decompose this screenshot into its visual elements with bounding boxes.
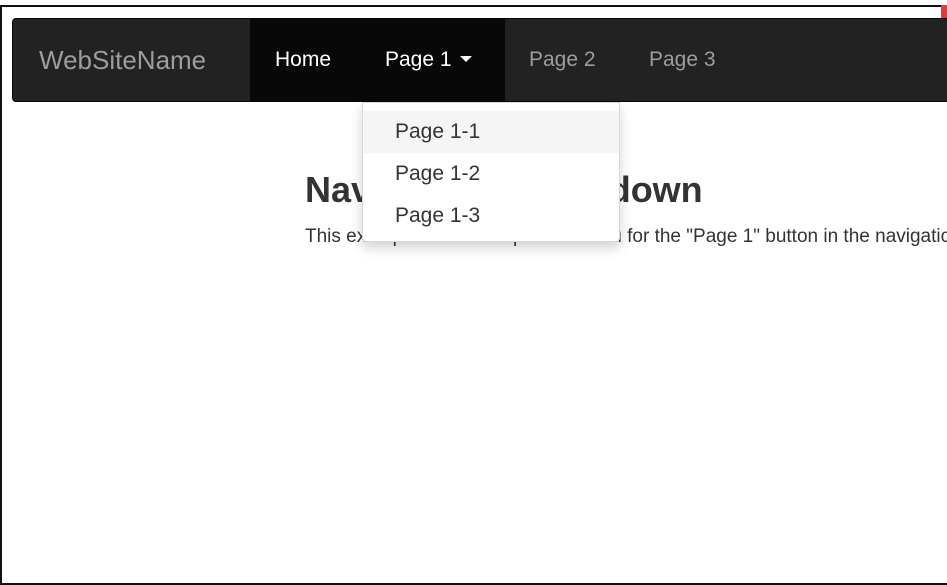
- caret-down-icon: [459, 56, 472, 63]
- nav-item-page-1-label: Page 1: [385, 48, 452, 71]
- nav-item-page-2[interactable]: Page 2: [529, 19, 596, 101]
- navbar-brand[interactable]: WebSiteName: [13, 19, 250, 101]
- dropdown-item-page-1-1[interactable]: Page 1-1: [363, 111, 619, 153]
- nav-item-page-1[interactable]: Page 1: [385, 19, 472, 101]
- nav-item-home[interactable]: Home: [275, 19, 331, 101]
- navbar: WebSiteName Home Page 1 Page 2 Page 3: [12, 18, 947, 102]
- dropdown-item-page-1-2[interactable]: Page 1-2: [363, 153, 619, 195]
- dropdown-item-page-1-3[interactable]: Page 1-3: [363, 195, 619, 237]
- page-1-dropdown-menu: Page 1-1 Page 1-2 Page 1-3: [362, 102, 620, 242]
- nav-item-page-3[interactable]: Page 3: [649, 19, 716, 101]
